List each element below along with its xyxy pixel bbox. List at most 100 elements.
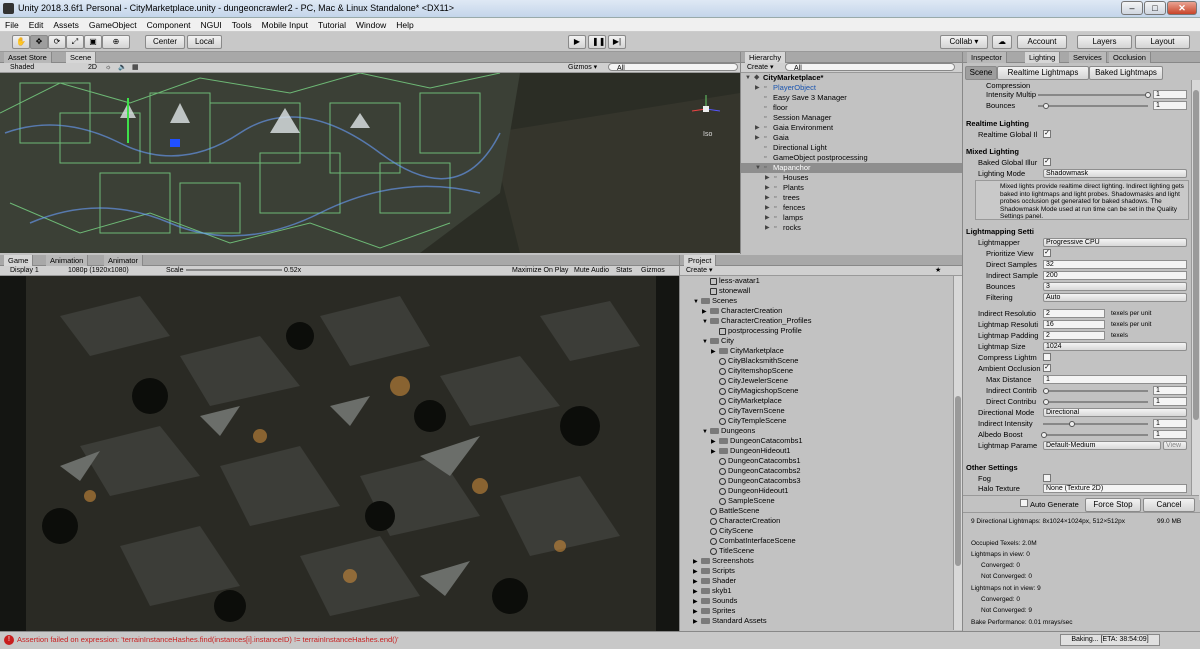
resolution-dropdown[interactable]: 1080p (1920x1080) bbox=[68, 266, 129, 275]
tab-services[interactable]: Services bbox=[1069, 52, 1107, 63]
other-settings-header[interactable]: Other Settings bbox=[966, 462, 1018, 473]
hierarchy-item[interactable]: ▶ ▫ PlayerObject bbox=[741, 83, 963, 93]
scene-viewport[interactable]: Iso bbox=[0, 73, 740, 253]
scale-slider[interactable] bbox=[186, 269, 282, 271]
menu-gameobject[interactable]: GameObject bbox=[84, 18, 142, 31]
close-window-button[interactable]: ✕ bbox=[1167, 1, 1197, 15]
intensity-slider-knob[interactable] bbox=[1145, 92, 1151, 98]
expand-arrow-icon[interactable]: ▶ bbox=[765, 213, 770, 223]
prioritize-view-checkbox[interactable]: ✓ bbox=[1043, 249, 1051, 257]
menu-edit[interactable]: Edit bbox=[24, 18, 49, 31]
project-item[interactable]: less-avatar1 bbox=[702, 276, 760, 286]
mute-audio-toggle[interactable]: Mute Audio bbox=[574, 266, 609, 275]
tab-game[interactable]: Game bbox=[4, 255, 34, 266]
game-viewport[interactable] bbox=[0, 276, 679, 631]
top-bounces-field[interactable]: 1 bbox=[1153, 101, 1187, 110]
project-item[interactable]: ▶ Scripts bbox=[693, 566, 735, 576]
audio-toggle-icon[interactable]: 🔈 bbox=[118, 63, 127, 72]
project-item[interactable]: ▼ Dungeons bbox=[702, 426, 755, 436]
effects-icon[interactable]: ▦ bbox=[132, 63, 139, 72]
project-item[interactable]: CityTempleScene bbox=[711, 416, 786, 426]
albedo-boost-knob[interactable] bbox=[1041, 432, 1047, 438]
hierarchy-item[interactable]: ▼ ◆ CityMarketplace* bbox=[741, 73, 963, 83]
fog-checkbox[interactable] bbox=[1043, 474, 1051, 482]
max-distance-field[interactable]: 1 bbox=[1043, 375, 1187, 384]
hierarchy-item[interactable]: ▶ ▫ lamps bbox=[741, 213, 963, 223]
hand-tool-icon[interactable]: ✋ bbox=[12, 35, 30, 49]
tab-lighting[interactable]: Lighting bbox=[1025, 52, 1061, 63]
hierarchy-item[interactable]: ▶ ▫ trees bbox=[741, 193, 963, 203]
hierarchy-item[interactable]: ▫ Session Manager bbox=[741, 113, 963, 123]
direct-samples-field[interactable]: 32 bbox=[1043, 260, 1187, 269]
indirect-intensity-slider[interactable] bbox=[1043, 423, 1148, 425]
tab-scene[interactable]: Scene bbox=[66, 52, 97, 63]
expand-arrow-icon[interactable]: ▼ bbox=[755, 163, 761, 173]
expand-arrow-icon[interactable]: ▶ bbox=[755, 123, 760, 133]
project-scrollbar-thumb[interactable] bbox=[955, 396, 961, 566]
hierarchy-item[interactable]: ▫ Directional Light bbox=[741, 143, 963, 153]
menu-mobile-input[interactable]: Mobile Input bbox=[257, 18, 313, 31]
project-item[interactable]: TitleScene bbox=[702, 546, 754, 556]
scale-tool-icon[interactable]: ⤢ bbox=[66, 35, 84, 49]
expand-arrow-icon[interactable]: ▶ bbox=[765, 183, 770, 193]
indirect-contribution-knob[interactable] bbox=[1043, 388, 1049, 394]
hierarchy-item[interactable]: ▶ ▫ Gaia Environment bbox=[741, 123, 963, 133]
hierarchy-create-button[interactable]: Create ▾ bbox=[747, 63, 773, 72]
indirect-resolution-field[interactable]: 2 bbox=[1043, 309, 1105, 318]
scene-projection-label[interactable]: Iso bbox=[703, 131, 712, 138]
project-item[interactable]: ▶ Shader bbox=[693, 576, 736, 586]
project-item[interactable]: CityScene bbox=[702, 526, 753, 536]
hierarchy-item[interactable]: ▶ ▫ fences bbox=[741, 203, 963, 213]
hierarchy-item[interactable]: ▶ ▫ rocks bbox=[741, 223, 963, 233]
indirect-contribution-field[interactable]: 1 bbox=[1153, 386, 1187, 395]
menu-help[interactable]: Help bbox=[391, 18, 418, 31]
console-error-message[interactable]: Assertion failed on expression: 'terrain… bbox=[17, 635, 399, 644]
tab-inspector[interactable]: Inspector bbox=[967, 52, 1007, 63]
expand-arrow-icon[interactable]: ▶ bbox=[693, 617, 701, 627]
project-item[interactable]: CityBlacksmithScene bbox=[711, 356, 798, 366]
expand-arrow-icon[interactable]: ▼ bbox=[693, 297, 701, 307]
move-tool-icon[interactable]: ✥ bbox=[30, 35, 48, 49]
hierarchy-item[interactable]: ▫ floor bbox=[741, 103, 963, 113]
menu-ngui[interactable]: NGUI bbox=[196, 18, 227, 31]
compress-lightmaps-checkbox[interactable] bbox=[1043, 353, 1051, 361]
rect-tool-icon[interactable]: ▣ bbox=[84, 35, 102, 49]
menu-assets[interactable]: Assets bbox=[48, 18, 84, 31]
expand-arrow-icon[interactable]: ▶ bbox=[755, 133, 760, 143]
subtab-realtime-lightmaps[interactable]: Realtime Lightmaps bbox=[997, 66, 1089, 80]
lighting-toggle-icon[interactable]: ☼ bbox=[105, 63, 111, 72]
expand-arrow-icon[interactable]: ▶ bbox=[765, 193, 770, 203]
project-item[interactable]: ▶ DungeonHideout1 bbox=[711, 446, 790, 456]
play-icon[interactable]: ▶ bbox=[568, 35, 586, 49]
mode-2d-button[interactable]: 2D bbox=[88, 63, 97, 72]
lighting-scrollbar[interactable] bbox=[1191, 80, 1200, 500]
bounces-dropdown[interactable]: 3 bbox=[1043, 282, 1187, 291]
albedo-boost-slider[interactable] bbox=[1043, 434, 1148, 436]
lightmap-resolution-field[interactable]: 16 bbox=[1043, 320, 1105, 329]
tab-occlusion[interactable]: Occlusion bbox=[1109, 52, 1151, 63]
cloud-icon[interactable]: ☁ bbox=[992, 35, 1012, 49]
project-item[interactable]: ▶ CharacterCreation bbox=[702, 306, 782, 316]
layers-dropdown[interactable]: Layers bbox=[1077, 35, 1132, 49]
account-button[interactable]: Account bbox=[1017, 35, 1067, 49]
project-item[interactable]: ▶ skyb1 bbox=[693, 586, 732, 596]
cancel-bake-button[interactable]: Cancel bbox=[1143, 498, 1195, 512]
top-bounces-knob[interactable] bbox=[1043, 103, 1049, 109]
indirect-samples-field[interactable]: 200 bbox=[1043, 271, 1187, 280]
direct-contribution-field[interactable]: 1 bbox=[1153, 397, 1187, 406]
project-item[interactable]: ▶ DungeonCatacombs1 bbox=[711, 436, 803, 446]
realtime-lighting-header[interactable]: Realtime Lighting bbox=[966, 118, 1029, 129]
indirect-intensity-knob[interactable] bbox=[1069, 421, 1075, 427]
lighting-scrollbar-thumb[interactable] bbox=[1193, 90, 1199, 420]
lightmap-parameters-dropdown[interactable]: Default-Medium bbox=[1043, 441, 1161, 450]
indirect-intensity-field[interactable]: 1 bbox=[1153, 419, 1187, 428]
intensity-field[interactable]: 1 bbox=[1153, 90, 1187, 99]
minimize-button[interactable]: – bbox=[1121, 1, 1143, 15]
project-item[interactable]: CityJewelerScene bbox=[711, 376, 788, 386]
collab-button[interactable]: Collab ▾ bbox=[940, 35, 988, 49]
rotate-tool-icon[interactable]: ⟳ bbox=[48, 35, 66, 49]
project-item[interactable]: BattleScene bbox=[702, 506, 759, 516]
transform-tool-icon[interactable]: ⊕ bbox=[102, 35, 130, 49]
realtime-gi-checkbox[interactable]: ✓ bbox=[1043, 130, 1051, 138]
tab-animation[interactable]: Animation bbox=[46, 255, 89, 266]
